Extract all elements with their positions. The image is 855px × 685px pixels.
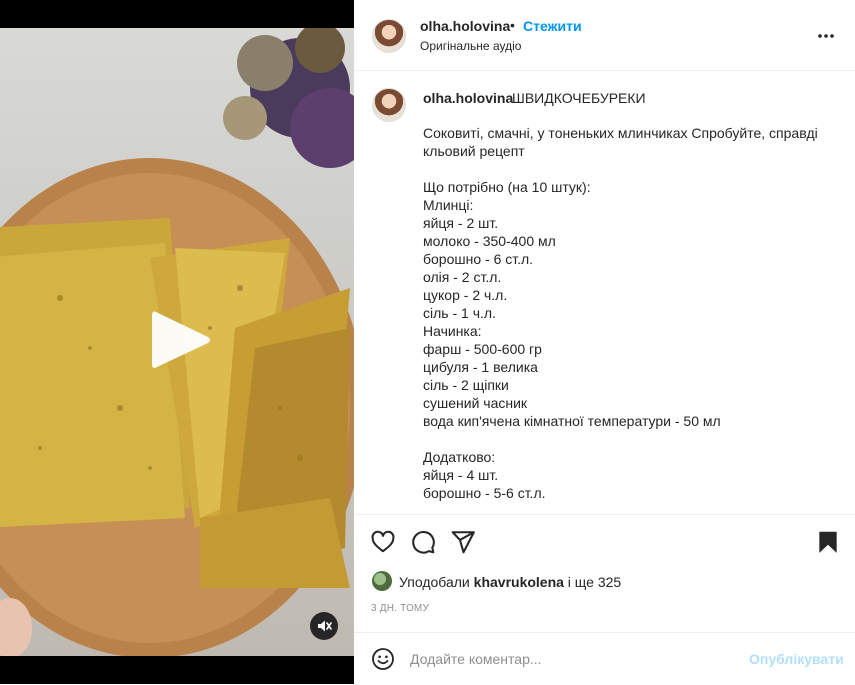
more-options-button[interactable]: [816, 26, 836, 46]
caption-line: борошно - 5-6 ст.л.: [423, 485, 546, 501]
more-horizontal-icon: [818, 34, 834, 38]
caption-line: фарш - 500-600 гр: [423, 341, 542, 357]
caption-line: вода кип'ячена кімнатної температури - 5…: [423, 413, 721, 429]
save-button[interactable]: [815, 529, 841, 555]
share-button[interactable]: [450, 529, 476, 555]
caption-line: яйця - 4 шт.: [423, 467, 499, 483]
liker-username[interactable]: khavrukolena: [474, 574, 564, 590]
post-actions: Уподобали khavrukolena і ще 325 3 ДН. ТО…: [354, 514, 855, 633]
caption-avatar[interactable]: [372, 88, 406, 122]
caption-username[interactable]: olha.holovina: [423, 90, 513, 106]
comment-input[interactable]: [410, 647, 730, 671]
caption-line: олія - 2 ст.л.: [423, 269, 502, 285]
emoji-button[interactable]: [371, 647, 395, 671]
comment-icon: [412, 531, 435, 554]
play-icon: [152, 311, 210, 368]
publish-button[interactable]: Опублікувати: [749, 651, 844, 667]
caption-line: Додатково:: [423, 449, 496, 465]
follow-button[interactable]: Стежити: [523, 18, 582, 34]
caption-title: ШВИДКОЧЕБУРЕКИ: [512, 90, 646, 106]
caption-line: борошно - 6 ст.л.: [423, 251, 534, 267]
likes-prefix: Уподобали: [399, 574, 474, 590]
mute-button[interactable]: [310, 612, 338, 640]
caption-line: Млинці:: [423, 197, 474, 213]
share-icon: [451, 531, 475, 554]
caption-line: Що потрібно (на 10 штук):: [423, 179, 591, 195]
caption-line: [423, 430, 833, 448]
bookmark-icon: [819, 531, 837, 553]
caption-line: яйця - 2 шт.: [423, 215, 499, 231]
speaker-muted-icon: [318, 620, 332, 632]
liker-avatar[interactable]: [372, 571, 392, 591]
caption-line: сушений часник: [423, 395, 528, 411]
caption-line: цукор - 2 ч.л.: [423, 287, 508, 303]
separator-dot: •: [510, 17, 515, 33]
comment-bar: Опублікувати: [354, 632, 855, 685]
comment-button[interactable]: [410, 529, 436, 555]
post-timestamp[interactable]: 3 ДН. ТОМУ: [371, 603, 429, 614]
caption-line: Начинка:: [423, 323, 482, 339]
likes-suffix[interactable]: і ще 325: [564, 574, 621, 590]
caption-line: молоко - 350-400 мл: [423, 233, 556, 249]
emoji-icon: [372, 648, 394, 670]
avatar[interactable]: [372, 19, 406, 53]
caption-area: olha.holovina ШВИДКОЧЕБУРЕКИ Соковиті, с…: [354, 71, 855, 514]
video-pane[interactable]: [0, 0, 354, 684]
heart-icon: [371, 530, 395, 553]
header-username[interactable]: olha.holovina: [420, 18, 510, 34]
caption-line: сіль - 2 щіпки: [423, 377, 509, 393]
like-button[interactable]: [370, 529, 396, 555]
play-button[interactable]: [146, 306, 214, 374]
caption-line: Соковиті, смачні, у тоненьких млинчиках …: [423, 125, 818, 141]
post-sidebar: olha.holovina • Стежити Оригінальне ауді…: [354, 0, 855, 684]
post-header: olha.holovina • Стежити Оригінальне ауді…: [354, 0, 855, 71]
caption-line: кльовий рецепт: [423, 143, 525, 159]
caption-line: цибуля - 1 велика: [423, 359, 538, 375]
caption-text: Соковиті, смачні, у тоненьких млинчиках …: [423, 124, 833, 502]
likes-summary[interactable]: Уподобали khavrukolena і ще 325: [399, 574, 621, 590]
caption-line: [423, 160, 833, 178]
caption-line: сіль - 1 ч.л.: [423, 305, 496, 321]
original-audio-link[interactable]: Оригінальне аудіо: [420, 39, 521, 53]
